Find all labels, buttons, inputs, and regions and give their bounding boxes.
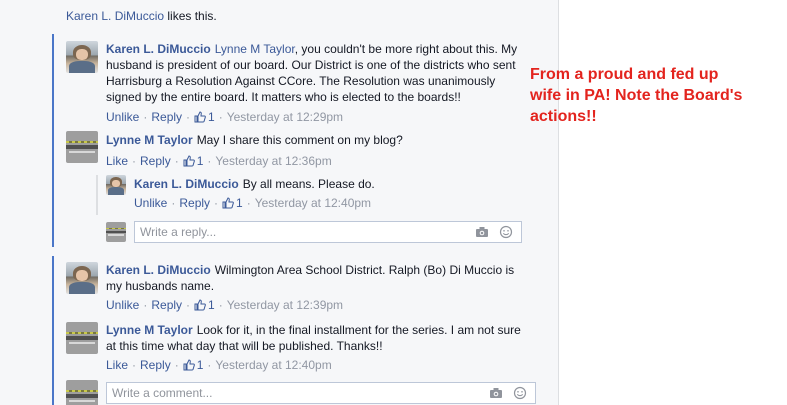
timestamp[interactable]: Yesterday at 12:40pm bbox=[255, 196, 371, 210]
thumbs-up-icon[interactable] bbox=[194, 111, 206, 123]
unlike-link[interactable]: Unlike bbox=[106, 110, 139, 124]
reply-link[interactable]: Reply bbox=[179, 196, 210, 210]
comment-text: By all means. Please do. bbox=[242, 177, 375, 191]
camera-icon[interactable] bbox=[475, 225, 489, 239]
comment-input[interactable]: Write a comment... bbox=[106, 382, 536, 404]
annotation-line: actions!! bbox=[530, 108, 597, 125]
emoji-icon[interactable] bbox=[513, 386, 527, 400]
thumbs-up-icon[interactable] bbox=[183, 155, 195, 167]
comment-text: May I share this comment on my blog? bbox=[196, 133, 403, 147]
comment-author-link[interactable]: Karen L. DiMuccio bbox=[106, 42, 211, 56]
comment-actions: Unlike · Reply · 1 · Yesterday at 12:29pm bbox=[106, 110, 344, 124]
comment-body: Lynne M Taylor May I share this comment o… bbox=[106, 132, 526, 148]
comment-text: Harrisburg a Resolution Against CCore. T… bbox=[106, 74, 496, 88]
reply-link[interactable]: Reply bbox=[140, 358, 171, 372]
thumbs-up-icon[interactable] bbox=[222, 197, 234, 209]
like-count[interactable]: 1 bbox=[208, 110, 215, 124]
avatar[interactable] bbox=[106, 175, 126, 195]
avatar[interactable] bbox=[66, 262, 98, 294]
comment-author-link[interactable]: Karen L. DiMuccio bbox=[106, 263, 211, 277]
likes-suffix: likes this. bbox=[164, 9, 217, 23]
camera-icon[interactable] bbox=[489, 386, 503, 400]
avatar[interactable] bbox=[66, 131, 98, 163]
comment-text: Look for it, in the final installment fo… bbox=[196, 323, 521, 337]
thumbs-up-icon[interactable] bbox=[183, 359, 195, 371]
comment-text: Wilmington Area School District. Ralph (… bbox=[214, 263, 515, 277]
unlike-link[interactable]: Unlike bbox=[106, 298, 139, 312]
comments-panel: Karen L. DiMuccio likes this. Karen L. D… bbox=[0, 0, 559, 405]
avatar[interactable] bbox=[66, 41, 98, 73]
comment-body: Karen L. DiMuccio Lynne M Taylor, you cou… bbox=[106, 41, 526, 105]
reply-input[interactable]: Write a reply... bbox=[134, 221, 522, 243]
comment-author-link[interactable]: Lynne M Taylor bbox=[106, 133, 193, 147]
overlay-annotation: From a proud and fed up wife in PA! Note… bbox=[530, 64, 780, 127]
comment-author-link[interactable]: Karen L. DiMuccio bbox=[134, 177, 239, 191]
comment-placeholder: Write a comment... bbox=[112, 386, 213, 400]
like-link[interactable]: Like bbox=[106, 358, 128, 372]
mention-link[interactable]: Lynne M Taylor bbox=[215, 42, 295, 56]
thumbs-up-icon[interactable] bbox=[194, 299, 206, 311]
comment-text: husband is president of our board. Our D… bbox=[106, 58, 516, 72]
like-count[interactable]: 1 bbox=[236, 196, 243, 210]
likes-summary: Karen L. DiMuccio likes this. bbox=[66, 9, 217, 23]
avatar bbox=[66, 380, 98, 405]
comment-text: at this time what day that will be publi… bbox=[106, 339, 383, 353]
comment-text: , you couldn't be more right about this.… bbox=[294, 42, 518, 56]
comment-body: Karen L. DiMuccio Wilmington Area School … bbox=[106, 262, 526, 294]
emoji-icon[interactable] bbox=[499, 225, 513, 239]
unlike-link[interactable]: Unlike bbox=[134, 196, 167, 210]
avatar bbox=[106, 222, 126, 242]
timestamp[interactable]: Yesterday at 12:39pm bbox=[227, 298, 343, 312]
reply-placeholder: Write a reply... bbox=[140, 225, 217, 239]
avatar[interactable] bbox=[66, 322, 98, 354]
timestamp[interactable]: Yesterday at 12:40pm bbox=[215, 358, 331, 372]
comment-actions: Unlike · Reply · 1 · Yesterday at 12:39pm bbox=[106, 298, 344, 312]
like-count[interactable]: 1 bbox=[208, 298, 215, 312]
reply-link[interactable]: Reply bbox=[140, 154, 171, 168]
like-link[interactable]: Like bbox=[106, 154, 128, 168]
timestamp[interactable]: Yesterday at 12:29pm bbox=[227, 110, 343, 124]
comment-text: signed by the entire board. It matters w… bbox=[106, 90, 461, 104]
like-count[interactable]: 1 bbox=[197, 154, 204, 168]
comment-actions: Unlike · Reply · 1 · Yesterday at 12:40pm bbox=[134, 196, 372, 210]
reply-link[interactable]: Reply bbox=[151, 110, 182, 124]
comment-body: Lynne M Taylor Look for it, in the final … bbox=[106, 322, 526, 354]
comment-actions: Like · Reply · 1 · Yesterday at 12:36pm bbox=[106, 154, 332, 168]
timestamp[interactable]: Yesterday at 12:36pm bbox=[215, 154, 331, 168]
annotation-line: From a proud and fed up bbox=[530, 66, 719, 83]
comment-text: my husbands name. bbox=[106, 279, 215, 293]
liker-name-link[interactable]: Karen L. DiMuccio bbox=[66, 9, 164, 23]
annotation-line: wife in PA! Note the Board's bbox=[530, 87, 743, 104]
comment-author-link[interactable]: Lynne M Taylor bbox=[106, 323, 193, 337]
comment-body: Karen L. DiMuccio By all means. Please do… bbox=[134, 176, 534, 192]
comment-actions: Like · Reply · 1 · Yesterday at 12:40pm bbox=[106, 358, 332, 372]
like-count[interactable]: 1 bbox=[197, 358, 204, 372]
reply-link[interactable]: Reply bbox=[151, 298, 182, 312]
